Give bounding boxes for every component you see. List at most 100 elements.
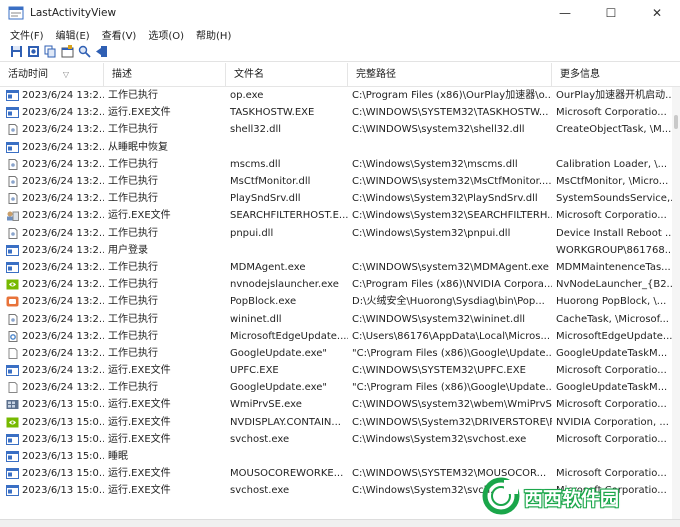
cell-filename: SEARCHFILTERHOST.E... bbox=[230, 210, 348, 222]
table-row[interactable]: 2023/6/24 13:2... 工作已执行 nvnodejslauncher.e… bbox=[0, 276, 680, 293]
cell-activity-time: 2023/6/24 13:2... bbox=[0, 276, 104, 293]
cell-more-info: NVIDIA Corporation, ... bbox=[556, 416, 669, 428]
table-row[interactable]: 2023/6/24 13:2... 工作已执行 PopBlock.exe D:\火绒安… bbox=[0, 293, 680, 310]
table-row[interactable]: 2023/6/24 13:2... 工作已执行 MsCtfMonitor.dll C:… bbox=[0, 173, 680, 190]
cell-activity-time: 2023/6/24 13:2... bbox=[0, 259, 104, 276]
close-button[interactable]: ✕ bbox=[634, 0, 680, 26]
cell-more-info: Microsoft Corporatio... bbox=[556, 399, 667, 411]
settings-file-icon bbox=[6, 330, 19, 342]
document-icon bbox=[6, 158, 19, 170]
search-icon[interactable] bbox=[77, 45, 91, 59]
cell-filename: MicrosoftEdgeUpdate.... bbox=[230, 330, 348, 342]
cell-filename: GoogleUpdate.exe" bbox=[230, 347, 327, 359]
table-row[interactable]: 2023/6/13 15:0... 运行.EXE文件 WmiPrvSE.exe C:\… bbox=[0, 396, 680, 413]
column-header-more-info[interactable]: 更多信息 bbox=[552, 63, 680, 87]
table-row[interactable]: 2023/6/24 13:2... 工作已执行 shell32.dll C:\WIND… bbox=[0, 121, 680, 138]
cell-full-path: C:\WINDOWS\system32\wbem\WmiPrvSE.... bbox=[352, 399, 552, 411]
table-row[interactable]: 2023/6/24 13:2... 工作已执行 GoogleUpdate.exe" "… bbox=[0, 379, 680, 396]
cell-description: 运行.EXE文件 bbox=[108, 210, 171, 222]
maximize-button[interactable]: ☐ bbox=[588, 0, 634, 26]
cell-activity-time: 2023/6/13 15:0... bbox=[0, 465, 104, 482]
sort-down-icon: ▽ bbox=[62, 69, 69, 79]
menu-view[interactable]: 查看(V) bbox=[98, 27, 141, 42]
column-header-activity-time[interactable]: 活动时间 ▽ bbox=[0, 63, 104, 87]
table-row[interactable]: 2023/6/24 13:2... 从睡眠中恢复 bbox=[0, 139, 680, 156]
cell-filename: NVDISPLAY.CONTAIN... bbox=[230, 416, 341, 428]
column-header-description[interactable]: 描述 bbox=[104, 63, 226, 87]
table-row[interactable]: 2023/6/24 13:2... 用户登录 WORKGROUP\861768... bbox=[0, 242, 680, 259]
html-report-icon[interactable] bbox=[26, 45, 40, 59]
cell-description: 运行.EXE文件 bbox=[108, 485, 171, 497]
copy-icon[interactable] bbox=[43, 45, 57, 59]
minimize-button[interactable]: — bbox=[542, 0, 588, 26]
exit-icon[interactable] bbox=[94, 45, 108, 59]
cell-description: 工作已执行 bbox=[108, 347, 158, 359]
popblock-icon bbox=[6, 296, 19, 307]
window-icon bbox=[6, 261, 19, 273]
cell-filename: svchost.exe bbox=[230, 485, 290, 497]
cell-description: 工作已执行 bbox=[108, 193, 158, 205]
menu-help[interactable]: 帮助(H) bbox=[192, 27, 235, 42]
table-row[interactable]: 2023/6/24 13:2... 工作已执行 op.exe C:\Program F… bbox=[0, 87, 680, 104]
menu-file[interactable]: 文件(F) bbox=[6, 27, 48, 42]
table-row[interactable]: 2023/6/13 15:0... 运行.EXE文件 svchost.exe C:\W… bbox=[0, 431, 680, 448]
cell-more-info: Calibration Loader, \... bbox=[556, 158, 668, 170]
menu-options[interactable]: 选项(O) bbox=[144, 27, 188, 42]
table-row[interactable]: 2023/6/24 13:2... 工作已执行 MDMAgent.exe C:\WIN… bbox=[0, 259, 680, 276]
column-header-full-path[interactable]: 完整路径 bbox=[348, 63, 552, 87]
cell-description: 工作已执行 bbox=[108, 90, 158, 102]
window-icon bbox=[6, 485, 19, 497]
cell-full-path: C:\WINDOWS\system32\MDMAgent.exe bbox=[352, 261, 549, 273]
table-row[interactable]: 2023/6/24 13:2... 工作已执行 GoogleUpdate.exe" "… bbox=[0, 345, 680, 362]
nvidia-icon bbox=[6, 417, 19, 428]
column-header-filename[interactable]: 文件名 bbox=[226, 63, 348, 87]
cell-more-info: Huorong PopBlock, \... bbox=[556, 296, 667, 308]
activity-list[interactable]: 活动时间 ▽ 描述 文件名 完整路径 更多信息 2023/6/24 13:2..… bbox=[0, 63, 680, 519]
watermark: 西西软件园 bbox=[482, 475, 662, 519]
list-header: 活动时间 ▽ 描述 文件名 完整路径 更多信息 bbox=[0, 63, 680, 87]
window-icon bbox=[6, 107, 19, 119]
watermark-logo-icon bbox=[482, 477, 520, 518]
table-row[interactable]: 2023/6/13 15:0... 运行.EXE文件 NVDISPLAY.CONTA… bbox=[0, 414, 680, 431]
cell-filename: MDMAgent.exe bbox=[230, 261, 306, 273]
cell-filename: op.exe bbox=[230, 90, 264, 102]
save-icon[interactable] bbox=[9, 45, 23, 59]
cell-filename: TASKHOSTW.EXE bbox=[230, 107, 315, 119]
vertical-scrollbar[interactable] bbox=[672, 87, 680, 519]
cell-filename: pnpui.dll bbox=[230, 227, 274, 239]
cell-filename: wininet.dll bbox=[230, 313, 282, 325]
table-row[interactable]: 2023/6/24 13:2... 运行.EXE文件 UPFC.EXE C:\WIND… bbox=[0, 362, 680, 379]
cell-full-path: C:\Windows\System32\mscms.dll bbox=[352, 158, 518, 170]
cell-description: 运行.EXE文件 bbox=[108, 399, 171, 411]
cell-activity-time: 2023/6/24 13:2... bbox=[0, 293, 104, 310]
cell-description: 工作已执行 bbox=[108, 227, 158, 239]
table-row[interactable]: 2023/6/24 13:2... 工作已执行 mscms.dll C:\Window… bbox=[0, 156, 680, 173]
table-row[interactable]: 2023/6/24 13:2... 运行.EXE文件 TASKHOSTW.EXE C:… bbox=[0, 104, 680, 121]
cell-more-info: WORKGROUP\861768... bbox=[556, 244, 675, 256]
table-row[interactable]: 2023/6/24 13:2... 工作已执行 MicrosoftEdgeUpdat… bbox=[0, 328, 680, 345]
table-row[interactable]: 2023/6/24 13:2... 运行.EXE文件 SEARCHFILTERHOS… bbox=[0, 207, 680, 224]
table-row[interactable]: 2023/6/24 13:2... 工作已执行 PlaySndSrv.dll C:\W… bbox=[0, 190, 680, 207]
table-row[interactable]: 2023/6/13 15:0... 睡眠 bbox=[0, 448, 680, 465]
cell-full-path: C:\WINDOWS\system32\wininet.dll bbox=[352, 313, 526, 325]
cell-description: 从睡眠中恢复 bbox=[108, 141, 168, 153]
cell-description: 工作已执行 bbox=[108, 382, 158, 394]
table-row[interactable]: 2023/6/24 13:2... 工作已执行 pnpui.dll C:\Window… bbox=[0, 225, 680, 242]
cell-full-path: C:\Windows\System32\SEARCHFILTERH... bbox=[352, 210, 552, 222]
cell-activity-time: 2023/6/24 13:2... bbox=[0, 139, 104, 156]
menu-edit[interactable]: 编辑(E) bbox=[52, 27, 94, 42]
cell-activity-time: 2023/6/13 15:0... bbox=[0, 431, 104, 448]
status-bar bbox=[0, 519, 680, 527]
scroll-thumb[interactable] bbox=[674, 115, 678, 129]
cell-description: 工作已执行 bbox=[108, 279, 158, 291]
nvidia-icon bbox=[6, 279, 19, 290]
table-row[interactable]: 2023/6/24 13:2... 工作已执行 wininet.dll C:\WIND… bbox=[0, 310, 680, 327]
cell-more-info: NvNodeLauncher_{B2... bbox=[556, 279, 677, 291]
properties-icon[interactable] bbox=[60, 45, 74, 59]
cell-full-path: C:\WINDOWS\SYSTEM32\TASKHOSTW... bbox=[352, 107, 549, 119]
wmi-icon bbox=[6, 399, 19, 410]
cell-more-info: CreateObjectTask, \M... bbox=[556, 124, 672, 136]
cell-full-path: "C:\Program Files (x86)\Google\Update... bbox=[352, 382, 552, 394]
cell-activity-time: 2023/6/13 15:0... bbox=[0, 448, 104, 465]
cell-filename: MOUSOCOREWORKE... bbox=[230, 468, 344, 480]
